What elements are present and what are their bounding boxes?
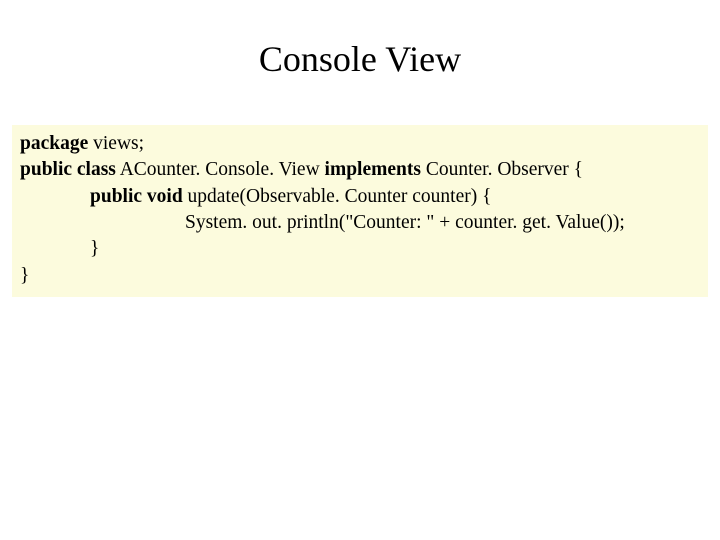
code-text: ACounter. Console. View: [116, 159, 325, 180]
code-text: Counter. Observer {: [421, 159, 583, 180]
code-block: package views; public class ACounter. Co…: [12, 125, 708, 297]
code-line-6: }: [20, 263, 700, 289]
keyword-package: package: [20, 133, 88, 154]
code-line-5: }: [20, 236, 700, 262]
code-text: views;: [88, 133, 144, 154]
code-line-4: System. out. println("Counter: " + count…: [20, 210, 700, 236]
code-text: }: [20, 265, 29, 286]
code-line-2: public class ACounter. Console. View imp…: [20, 157, 700, 183]
keyword-implements: implements: [325, 159, 421, 180]
keyword-public-void: public void: [90, 186, 183, 207]
slide-title: Console View: [0, 0, 720, 125]
code-text: System. out. println("Counter: " + count…: [185, 212, 625, 233]
code-line-1: package views;: [20, 131, 700, 157]
keyword-public-class: public class: [20, 159, 116, 180]
code-line-3: public void update(Observable. Counter c…: [20, 184, 700, 210]
code-text: }: [90, 238, 99, 259]
code-text: update(Observable. Counter counter) {: [183, 186, 492, 207]
